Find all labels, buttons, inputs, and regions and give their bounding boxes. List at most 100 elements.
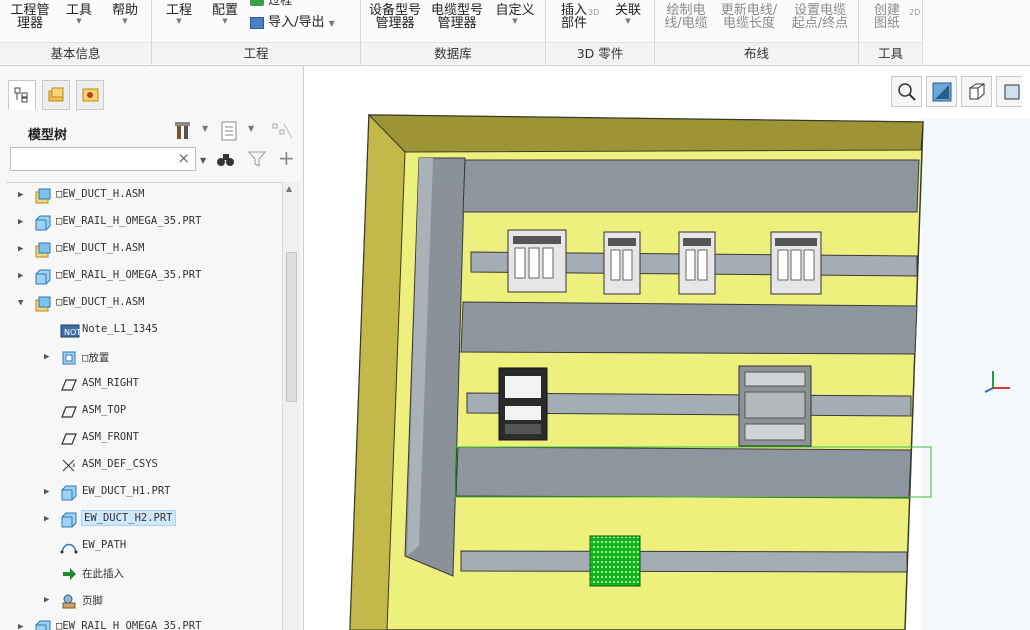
expand-toggle-icon[interactable]: ▶ <box>18 190 23 200</box>
draw-wire-button[interactable]: 绘制电 线/电缆 <box>661 4 711 30</box>
placement-icon <box>60 349 78 367</box>
csys-icon: x <box>60 457 78 475</box>
expand-toggle-icon[interactable]: ▶ <box>44 595 49 605</box>
create-drawing-button[interactable]: 创建 图纸 2D <box>867 4 920 30</box>
tools-button[interactable]: 工具 ▼ <box>62 4 96 26</box>
datum-plane-icon <box>60 376 78 394</box>
expand-toggle-icon[interactable]: ▶ <box>18 622 23 630</box>
project-manager-button[interactable]: 工程管 理器 <box>10 4 50 30</box>
import-export-icon <box>250 16 264 29</box>
show-options-icon[interactable] <box>220 120 240 142</box>
zoom-button[interactable] <box>891 76 922 107</box>
datum-plane-icon <box>60 430 78 448</box>
expand-toggle-icon[interactable]: ▶ <box>44 514 49 524</box>
cable-model-manager-button[interactable]: 电缆型号 管理器 <box>429 4 485 30</box>
search-dropdown-icon[interactable]: ▼ <box>200 156 206 165</box>
find-binoculars-icon[interactable] <box>216 150 236 168</box>
tree-node[interactable]: ▶ □EW_RAIL_H_OMEGA_35.PRT <box>6 210 282 236</box>
process-button[interactable]: 过程 <box>250 0 310 7</box>
tree-node-label: ASM_FRONT <box>82 431 139 443</box>
tree-node[interactable]: ▶ □EW_RAIL_H_OMEGA_35.PRT <box>6 615 282 630</box>
expand-toggle-icon[interactable]: ▶ <box>18 244 23 254</box>
filter-tree-icon[interactable] <box>270 120 294 142</box>
ribbon-group-3d-parts: 插入 部件 3D 关联 ▼ 3D 零件 <box>546 0 655 66</box>
device-model-manager-button[interactable]: 设备型号 管理器 <box>367 4 423 30</box>
tree-node[interactable]: ▶ □EW_DUCT_H.ASM <box>6 183 282 209</box>
expand-toggle-icon[interactable]: ▶ <box>44 352 49 362</box>
horizontal-duct-middle <box>460 301 918 355</box>
tree-node[interactable]: EW_PATH <box>6 534 282 560</box>
tree-node-label: □EW_DUCT_H.ASM <box>56 296 145 308</box>
relay-black[interactable] <box>498 367 548 441</box>
tree-node[interactable]: ▶ EW_DUCT_H2.PRT <box>6 507 282 533</box>
tree-search-input[interactable] <box>15 150 175 168</box>
project-button[interactable]: 工程 ▼ <box>162 4 196 26</box>
custom-button[interactable]: 自定义 ▼ <box>493 4 537 26</box>
expand-toggle-icon[interactable]: ▶ <box>44 487 49 497</box>
process-icon <box>250 0 264 6</box>
tree-node[interactable]: ▶ EW_DUCT_H1.PRT <box>6 480 282 506</box>
add-icon[interactable]: + <box>278 146 295 170</box>
tab-model-tree[interactable] <box>8 80 36 110</box>
3d-cabinet-viewport[interactable] <box>305 66 1030 630</box>
insert-part-button[interactable]: 插入 部件 3D <box>552 4 599 30</box>
contactor-1[interactable] <box>507 229 567 293</box>
part-icon <box>60 484 78 502</box>
tree-node[interactable]: 在此插入 <box>6 561 282 587</box>
tree-node[interactable]: ▼ □EW_DUCT_H.ASM <box>6 291 282 317</box>
expand-toggle-icon[interactable]: ▶ <box>18 271 23 281</box>
scroll-up-icon[interactable]: ▲ <box>286 184 292 193</box>
datum-plane-icon <box>60 403 78 421</box>
tree-node[interactable]: ▶ □EW_DUCT_H.ASM <box>6 237 282 263</box>
help-button[interactable]: 帮助 ▼ <box>108 4 142 26</box>
model-tree: ▶ □EW_DUCT_H.ASM ▶ □EW_RAIL_H_OMEGA_35.PRT ▶… <box>6 182 282 630</box>
contactor-4[interactable] <box>770 231 822 295</box>
expand-toggle-icon[interactable]: ▶ <box>18 217 23 227</box>
tree-node[interactable]: ▶ □放置 <box>6 345 282 371</box>
horizontal-duct-top <box>462 159 920 213</box>
group-label-tools: 工具 <box>859 42 922 64</box>
tree-node-label: □EW_DUCT_H.ASM <box>56 242 145 254</box>
filter-icon[interactable] <box>248 151 266 167</box>
circuit-breaker-gray[interactable] <box>738 365 812 447</box>
display-style-icon <box>1004 84 1020 100</box>
assembly-icon <box>34 295 52 313</box>
tree-node[interactable]: ASM_TOP <box>6 399 282 425</box>
assembly-icon <box>34 241 52 259</box>
assembly-icon <box>34 187 52 205</box>
group-label-3d-parts: 3D 零件 <box>546 42 654 64</box>
tree-scrollbar[interactable]: ▲ <box>282 182 300 630</box>
settings-dropdown-icon[interactable]: ▼ <box>202 124 208 133</box>
tree-node[interactable]: ▶ □EW_RAIL_H_OMEGA_35.PRT <box>6 264 282 290</box>
config-button[interactable]: 配置 ▼ <box>208 4 242 26</box>
part-icon <box>34 268 52 286</box>
settings-tools-icon[interactable] <box>174 120 196 142</box>
svg-text:NOTE: NOTE <box>64 328 80 337</box>
refit-button[interactable] <box>926 76 957 107</box>
tree-node-label: 在此插入 <box>82 568 124 580</box>
tree-node[interactable]: ASM_FRONT <box>6 426 282 452</box>
tab-favorites[interactable] <box>76 80 104 110</box>
contactor-3[interactable] <box>678 231 716 295</box>
tree-node[interactable]: NOTENote_L1_1345 <box>6 318 282 344</box>
update-wire-length-button[interactable]: 更新电线/ 电缆长度 <box>717 4 781 30</box>
clear-search-icon[interactable]: × <box>177 149 190 167</box>
refit-icon <box>932 82 952 102</box>
import-export-button[interactable]: 导入/导出 ▼ <box>250 16 358 30</box>
scrollbar-thumb[interactable] <box>286 252 297 402</box>
graphics-window[interactable] <box>305 66 1030 630</box>
set-wire-endpoints-button[interactable]: 设置电缆 起点/终点 <box>787 4 853 30</box>
display-style-button[interactable] <box>996 76 1022 107</box>
contactor-2[interactable] <box>603 231 641 295</box>
tree-node[interactable]: ▶ 页脚 <box>6 588 282 614</box>
show-dropdown-icon[interactable]: ▼ <box>248 124 254 133</box>
insert-here-icon <box>60 565 78 583</box>
tree-node[interactable]: x ASM_DEF_CSYS <box>6 453 282 479</box>
collapse-toggle-icon[interactable]: ▼ <box>18 298 23 308</box>
view-orientation-button[interactable] <box>961 76 992 107</box>
terminal-block-green[interactable] <box>589 535 641 587</box>
tree-node[interactable]: ASM_RIGHT <box>6 372 282 398</box>
tab-folder-browser[interactable] <box>42 80 70 110</box>
associate-button[interactable]: 关联 ▼ <box>608 4 648 26</box>
folder-browser-icon <box>48 87 64 102</box>
